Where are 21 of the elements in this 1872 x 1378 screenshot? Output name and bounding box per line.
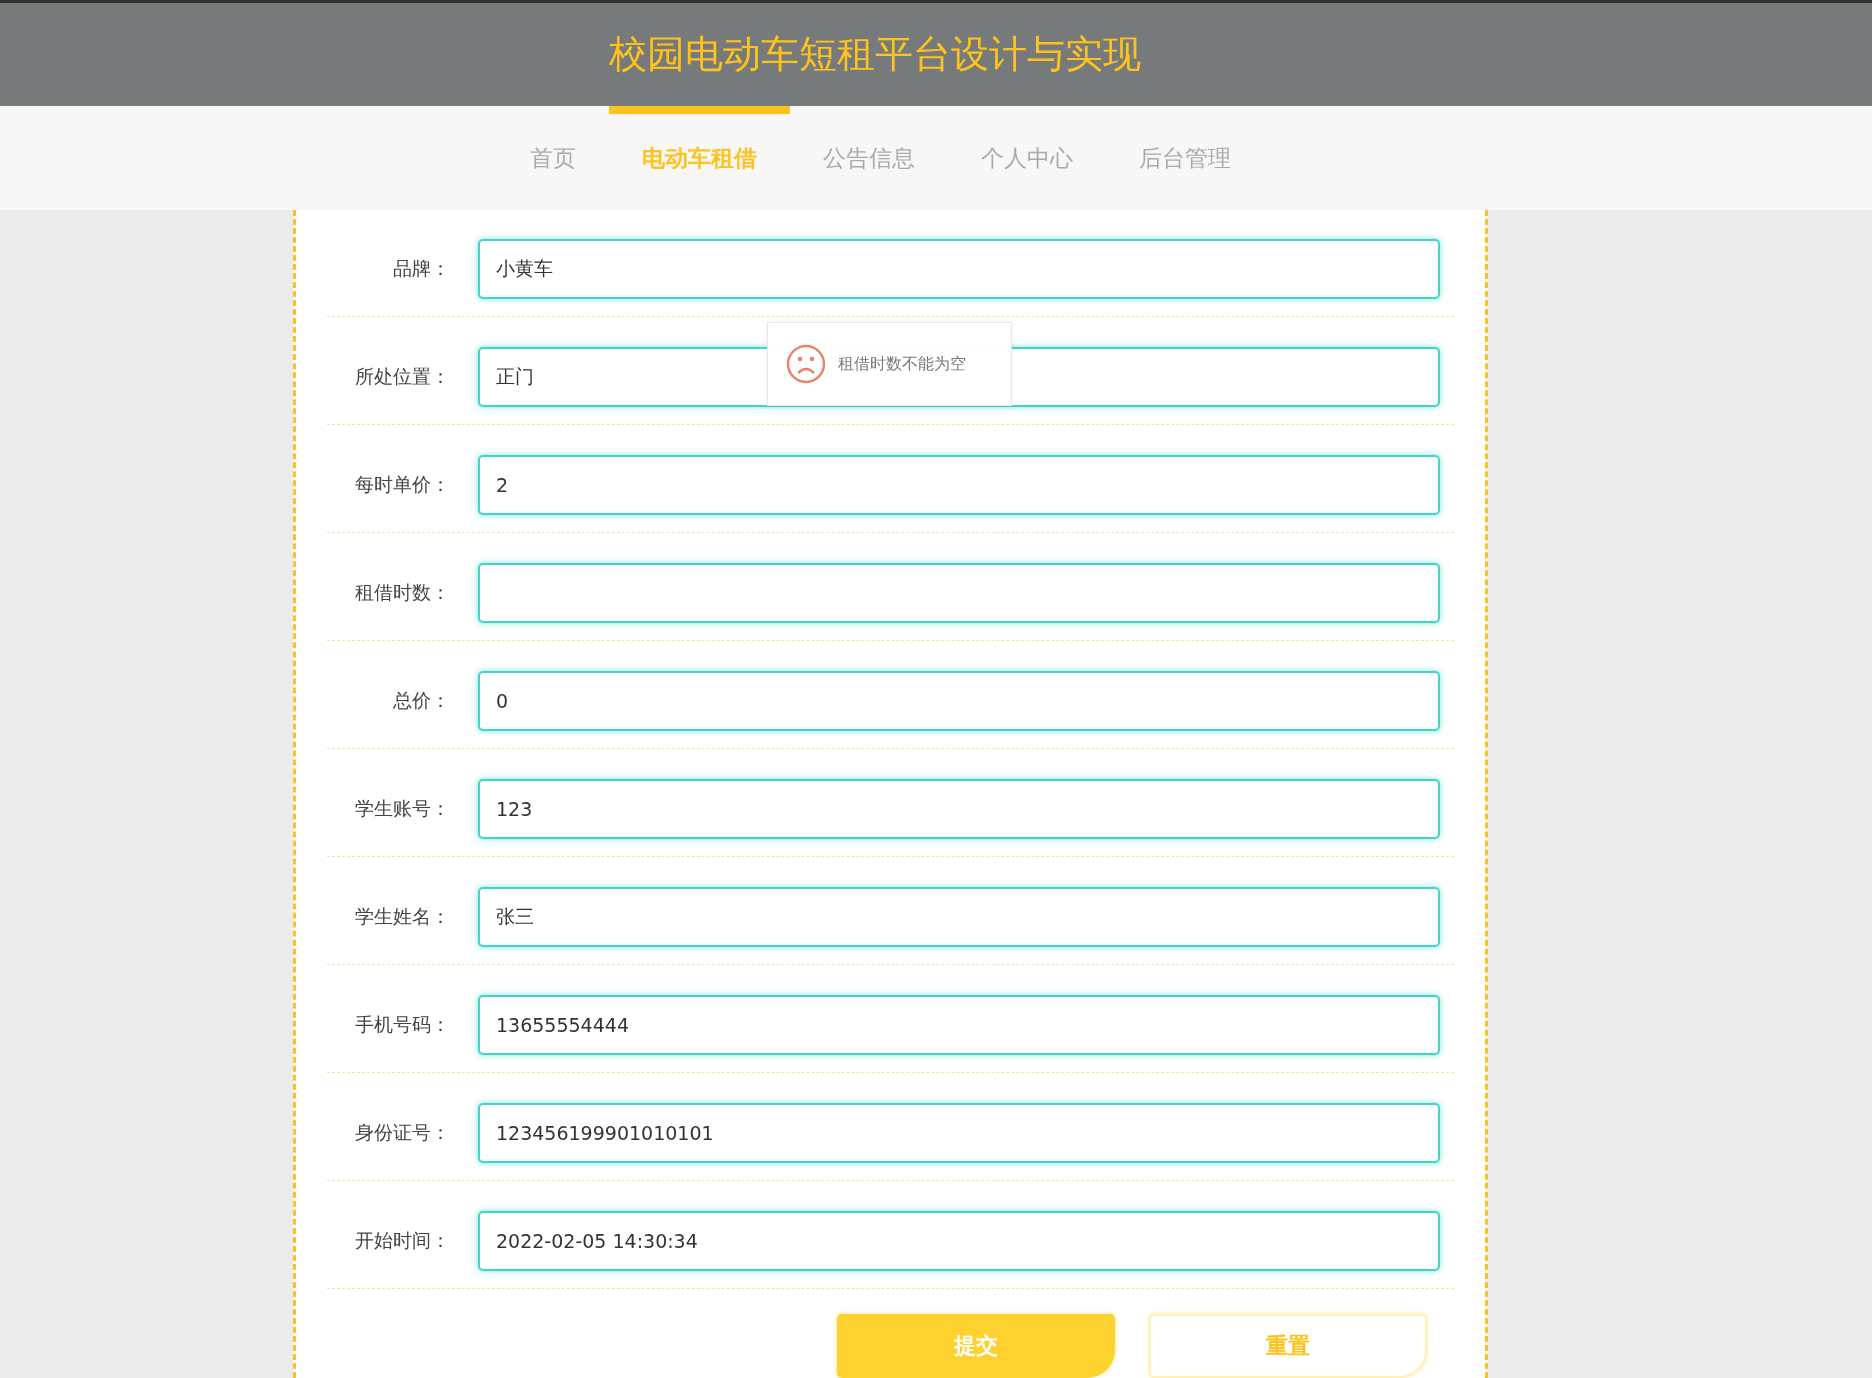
text-field[interactable]: 123	[478, 779, 1440, 839]
field-label: 所处位置：	[354, 364, 450, 389]
text-field[interactable]	[478, 563, 1440, 623]
field-label: 开始时间：	[354, 1228, 450, 1253]
field-label: 学生姓名：	[354, 904, 450, 929]
toast-message: 租借时数不能为空	[838, 353, 966, 375]
field-label: 总价：	[392, 688, 450, 713]
field-label: 租借时数：	[354, 580, 450, 605]
text-field[interactable]: 2022-02-05 14:30:34	[478, 1211, 1440, 1271]
text-field[interactable]: 123456199901010101	[478, 1103, 1440, 1163]
text-field[interactable]: 0	[478, 671, 1440, 731]
field-label: 品牌：	[392, 256, 450, 281]
site-title: 校园电动车短租平台设计与实现	[609, 31, 1141, 78]
field-label: 手机号码：	[354, 1012, 450, 1037]
text-field[interactable]: 2	[478, 455, 1440, 515]
field-label: 身份证号：	[354, 1120, 450, 1145]
field-label: 学生账号：	[354, 796, 450, 821]
field-label: 每时单价：	[354, 472, 450, 497]
text-field[interactable]: 小黄车	[478, 239, 1440, 299]
text-field[interactable]: 13655554444	[478, 995, 1440, 1055]
text-field[interactable]: 张三	[478, 887, 1440, 947]
